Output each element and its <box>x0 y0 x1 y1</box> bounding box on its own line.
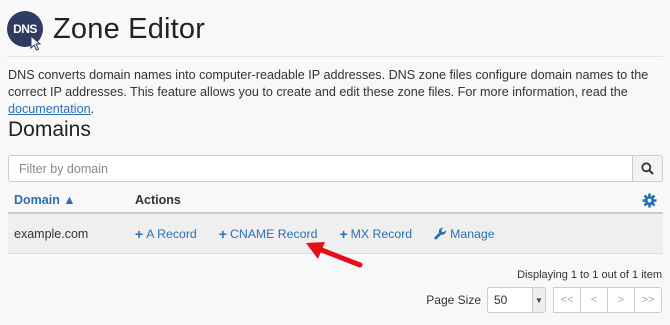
page-header: DNS Zone Editor <box>7 7 205 51</box>
last-page-button[interactable]: >> <box>634 287 662 313</box>
a-record-button[interactable]: + A Record <box>135 227 197 241</box>
column-header-actions: Actions <box>135 193 181 207</box>
prev-page-button[interactable]: < <box>580 287 608 313</box>
search-button[interactable] <box>632 155 663 182</box>
wrench-icon <box>434 227 447 240</box>
page-description: DNS converts domain names into computer-… <box>8 67 658 118</box>
annotation-arrow-icon <box>306 242 363 268</box>
next-page-button[interactable]: > <box>607 287 635 313</box>
a-record-label: A Record <box>146 226 197 241</box>
cursor-icon <box>30 35 42 51</box>
page-title: Zone Editor <box>53 12 206 45</box>
manage-label: Manage <box>450 226 495 241</box>
plus-icon: + <box>218 225 227 242</box>
plus-icon: + <box>135 225 144 242</box>
domain-filter <box>8 155 663 182</box>
gear-icon[interactable] <box>642 193 657 208</box>
documentation-link[interactable]: documentation <box>8 102 91 116</box>
first-page-button[interactable]: << <box>553 287 581 313</box>
manage-button[interactable]: Manage <box>434 226 495 241</box>
column-header-domain[interactable]: Domain ▲ <box>8 193 135 207</box>
logo-text: DNS <box>13 22 37 36</box>
filter-input[interactable] <box>8 155 632 182</box>
pager: Page Size 50 ▼ << < > >> <box>426 287 662 313</box>
header-divider <box>7 56 663 57</box>
chevron-down-icon[interactable]: ▼ <box>533 287 546 313</box>
description-suffix: . <box>90 102 95 116</box>
dns-logo-icon: DNS <box>7 11 43 51</box>
search-icon <box>641 162 654 175</box>
description-text: DNS converts domain names into computer-… <box>8 68 649 99</box>
page-size-select[interactable]: 50 <box>487 287 533 313</box>
table-header: Domain ▲ Actions <box>8 188 663 214</box>
domain-cell: example.com <box>14 226 89 241</box>
page-size-label: Page Size <box>426 293 481 307</box>
paging-info: Displaying 1 to 1 out of 1 item <box>517 269 662 281</box>
section-title: Domains <box>8 118 91 141</box>
